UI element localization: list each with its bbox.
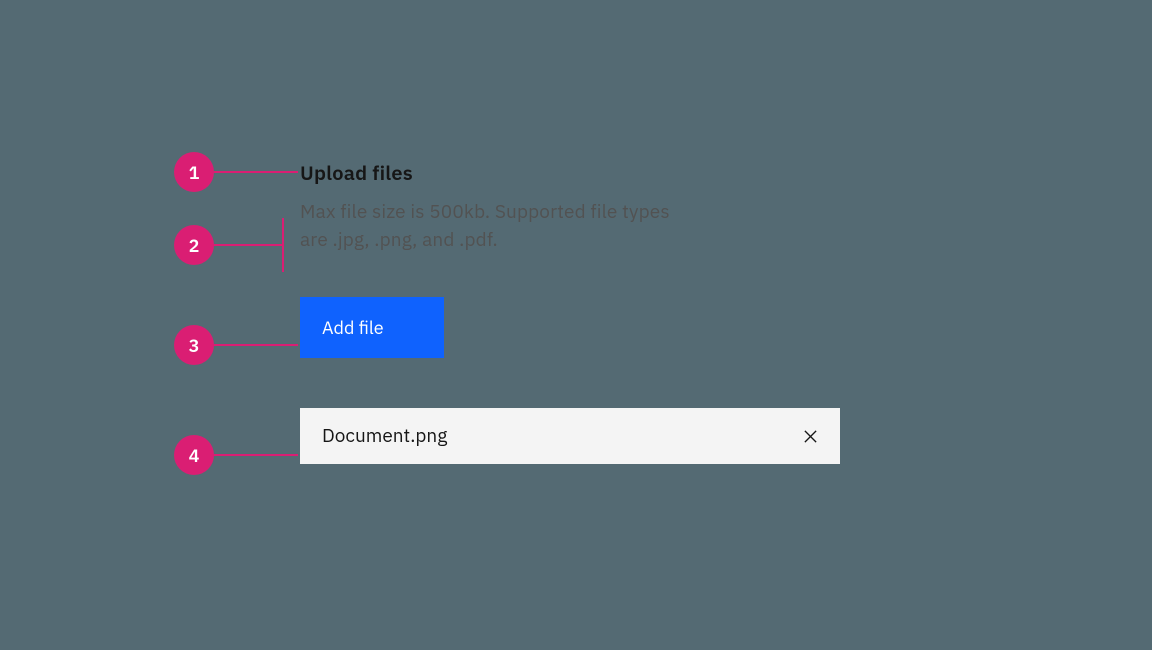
uploaded-file-name: Document.png [322, 424, 447, 448]
annotation-badge: 2 [174, 225, 214, 265]
annotation-badge: 1 [174, 152, 214, 192]
annotation-connector [214, 454, 298, 456]
upload-heading: Upload files [300, 159, 413, 186]
remove-file-button[interactable] [800, 426, 820, 446]
add-file-button[interactable]: Add file [300, 297, 444, 358]
annotation-number: 3 [189, 334, 200, 357]
upload-heading-container: Upload files [300, 159, 413, 186]
annotation-marker-3: 3 [174, 325, 298, 365]
upload-description-container: Max file size is 500kb. Supported file t… [300, 199, 670, 254]
annotation-badge: 3 [174, 325, 214, 365]
annotation-number: 2 [189, 234, 200, 257]
annotation-marker-4: 4 [174, 435, 298, 475]
annotation-connector [214, 344, 298, 346]
annotation-connector [214, 171, 298, 173]
annotation-badge: 4 [174, 435, 214, 475]
upload-description: Max file size is 500kb. Supported file t… [300, 199, 670, 254]
upload-button-container: Add file [300, 297, 444, 358]
uploaded-file-item: Document.png [300, 408, 840, 464]
annotation-number: 1 [189, 161, 200, 184]
annotation-number: 4 [189, 444, 200, 467]
annotation-marker-1: 1 [174, 152, 298, 192]
annotation-connector [214, 244, 284, 246]
close-icon [803, 429, 818, 444]
uploaded-file-container: Document.png [300, 408, 840, 464]
annotation-marker-2: 2 [174, 225, 284, 265]
